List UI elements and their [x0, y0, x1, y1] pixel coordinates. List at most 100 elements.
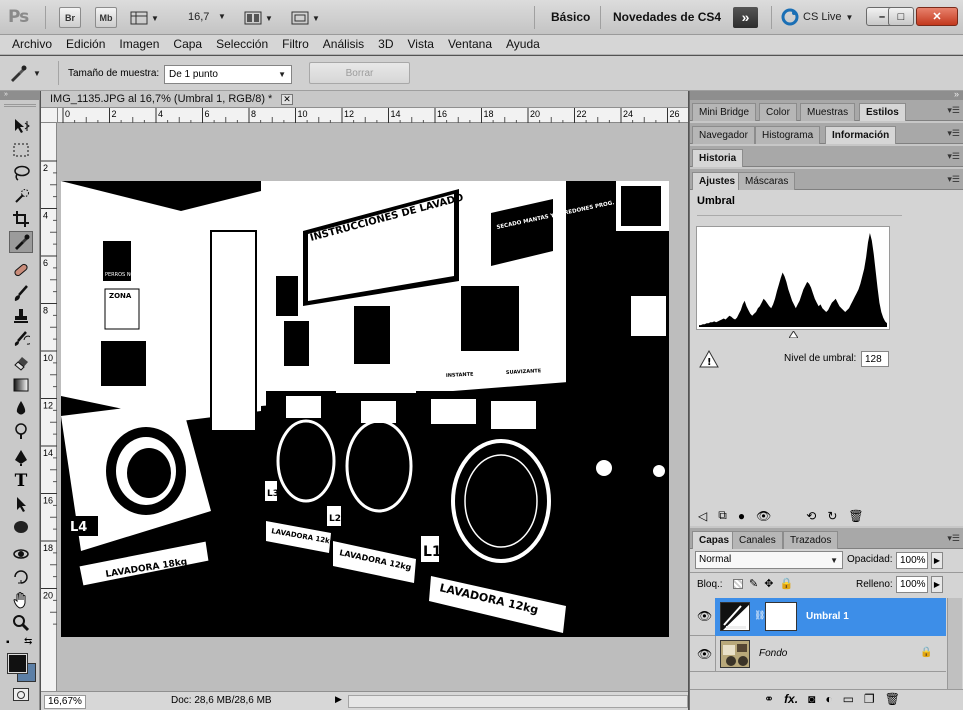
workspace-new-cs4[interactable]: Novedades de CS4 — [613, 10, 721, 24]
3d-rotate-tool[interactable] — [9, 543, 33, 565]
foreground-color-swatch[interactable] — [7, 653, 28, 674]
fill-input[interactable]: 100% — [896, 576, 928, 593]
tab-history[interactable]: Historia — [692, 149, 744, 167]
new-layer-icon[interactable]: ❐ — [864, 692, 875, 706]
tab-mini-bridge[interactable]: Mini Bridge — [692, 103, 757, 121]
layer-name-umbral[interactable]: Umbral 1 — [806, 611, 849, 622]
healing-brush-tool[interactable] — [9, 259, 33, 281]
marquee-tool[interactable] — [9, 139, 33, 161]
close-window-button[interactable]: ✕ — [916, 7, 958, 26]
lock-all-icon[interactable]: 🔒 — [779, 577, 793, 590]
dodge-tool[interactable] — [9, 420, 33, 442]
fill-slider-arrow[interactable]: ▶ — [931, 576, 943, 593]
type-tool[interactable]: T — [9, 470, 33, 492]
layer-row-fondo[interactable]: 👁 Fondo 🔒 — [690, 636, 946, 672]
menu-analisis[interactable]: Análisis — [316, 35, 371, 54]
panel-menu-icon[interactable]: ▾☰ — [947, 151, 960, 162]
menu-edicion[interactable]: Edición — [59, 35, 112, 54]
new-group-folder-icon[interactable]: ▭ — [843, 692, 854, 706]
link-layers-icon[interactable]: ⚭ — [764, 692, 774, 706]
status-zoom[interactable]: 16,67% — [44, 695, 86, 709]
swap-colors-icon[interactable]: ⇆ — [24, 636, 32, 647]
3d-orbit-tool[interactable] — [9, 566, 33, 588]
toolbox-grip[interactable] — [4, 104, 36, 107]
threshold-slider-handle[interactable] — [789, 331, 798, 338]
view-extras-button[interactable]: ▼ — [130, 8, 166, 28]
tool-preset-picker[interactable]: ▼ — [7, 62, 51, 84]
eraser-tool[interactable] — [9, 351, 33, 373]
layer-name-fondo[interactable]: Fondo — [759, 648, 787, 659]
menu-vista[interactable]: Vista — [401, 35, 441, 54]
tab-adjustments[interactable]: Ajustes — [692, 172, 743, 190]
cs-live-button[interactable]: CS Live ▼ — [781, 8, 853, 26]
move-tool[interactable] — [9, 115, 33, 137]
maximize-button[interactable]: □ — [888, 7, 914, 26]
tab-channels[interactable]: Canales — [732, 531, 783, 549]
warning-icon[interactable]: ! — [699, 350, 719, 368]
chevron-down-icon[interactable]: ▼ — [218, 12, 226, 21]
layers-scrollbar[interactable] — [947, 598, 962, 689]
clip-layer-icon[interactable]: ● — [738, 509, 745, 523]
panel-menu-icon[interactable]: ▾☰ — [947, 533, 960, 544]
panel-menu-icon[interactable]: ▾☰ — [947, 105, 960, 116]
menu-3d[interactable]: 3D — [371, 35, 400, 54]
horizontal-scrollbar[interactable] — [348, 695, 688, 708]
menu-ventana[interactable]: Ventana — [441, 35, 499, 54]
panel-menu-icon[interactable]: ▾☰ — [947, 174, 960, 185]
tab-styles[interactable]: Estilos — [859, 103, 906, 121]
menu-imagen[interactable]: Imagen — [112, 35, 166, 54]
reset-icon[interactable]: ↻ — [827, 509, 837, 523]
tab-layers[interactable]: Capas — [692, 531, 737, 549]
lasso-tool[interactable] — [9, 162, 33, 184]
clear-button[interactable]: Borrar — [309, 62, 410, 84]
gradient-tool[interactable] — [9, 374, 33, 396]
horizontal-ruler[interactable]: 0 2 4 6 8 10 12 14 16 18 20 22 24 26 — [58, 108, 688, 123]
delete-layer-trash-icon[interactable]: 🗑 — [885, 692, 900, 706]
quick-selection-tool[interactable] — [9, 185, 33, 207]
lock-position-icon[interactable]: ✥ — [764, 577, 773, 590]
launch-bridge-button[interactable]: Br — [59, 7, 81, 28]
blend-mode-select[interactable]: Normal ▼ — [695, 551, 843, 569]
document-tab[interactable]: IMG_1135.JPG al 16,7% (Umbral 1, RGB/8) … — [41, 91, 688, 108]
tab-histogram[interactable]: Histograma — [755, 126, 821, 144]
menu-archivo[interactable]: Archivo — [5, 35, 59, 54]
status-menu-icon[interactable]: ▶ — [335, 694, 342, 705]
view-previous-icon[interactable]: ⟲ — [806, 509, 816, 523]
dock-collapse-icon[interactable]: » — [954, 89, 959, 99]
zoom-level[interactable]: 16,7 — [188, 11, 209, 23]
blur-tool[interactable] — [9, 397, 33, 419]
close-document-icon[interactable]: ✕ — [281, 94, 293, 105]
zoom-tool[interactable] — [9, 612, 33, 634]
crop-tool[interactable] — [9, 208, 33, 230]
new-adjustment-layer-icon[interactable]: ◐ — [825, 692, 832, 706]
threshold-level-input[interactable]: 128 — [861, 351, 889, 367]
menu-ayuda[interactable]: Ayuda — [499, 35, 547, 54]
back-arrow-icon[interactable]: ◁ — [698, 509, 707, 523]
default-colors-icon[interactable]: ▪ — [6, 637, 10, 648]
sample-size-select[interactable]: De 1 punto ▼ — [164, 65, 292, 84]
image-canvas[interactable]: INSTRUCCIONES DE LAVADO SECADO MANTAS Y … — [61, 181, 669, 637]
more-workspaces-button[interactable]: » — [733, 7, 758, 28]
trash-icon[interactable]: 🗑 — [848, 509, 863, 523]
lock-transparency-icon[interactable] — [733, 578, 743, 589]
ruler-origin[interactable] — [41, 108, 58, 123]
lock-pixels-icon[interactable]: ✎ — [749, 577, 758, 590]
path-selection-tool[interactable] — [9, 493, 33, 515]
tab-paths[interactable]: Trazados — [783, 531, 839, 549]
eyedropper-tool[interactable] — [9, 231, 33, 253]
layer-mask-thumbnail[interactable] — [765, 602, 797, 631]
expand-view-icon[interactable]: ⧉ — [718, 508, 727, 523]
hand-tool[interactable] — [9, 589, 33, 611]
menu-seleccion[interactable]: Selección — [209, 35, 275, 54]
layer-visibility-eye-icon[interactable]: 👁 — [697, 647, 712, 661]
tab-info[interactable]: Información — [825, 126, 897, 144]
tab-color[interactable]: Color — [759, 103, 797, 121]
layer-row-umbral[interactable]: 👁 ⛓ Umbral 1 — [690, 598, 946, 636]
layer-visibility-eye-icon[interactable]: 👁 — [697, 609, 712, 623]
toolbox-collapse-icon[interactable]: » — [0, 91, 40, 100]
brush-tool[interactable] — [9, 282, 33, 304]
arrange-documents-button[interactable]: ▼ — [244, 8, 280, 28]
quick-mask-button[interactable] — [13, 688, 29, 701]
panel-menu-icon[interactable]: ▾☰ — [947, 128, 960, 139]
pen-tool[interactable] — [9, 447, 33, 469]
